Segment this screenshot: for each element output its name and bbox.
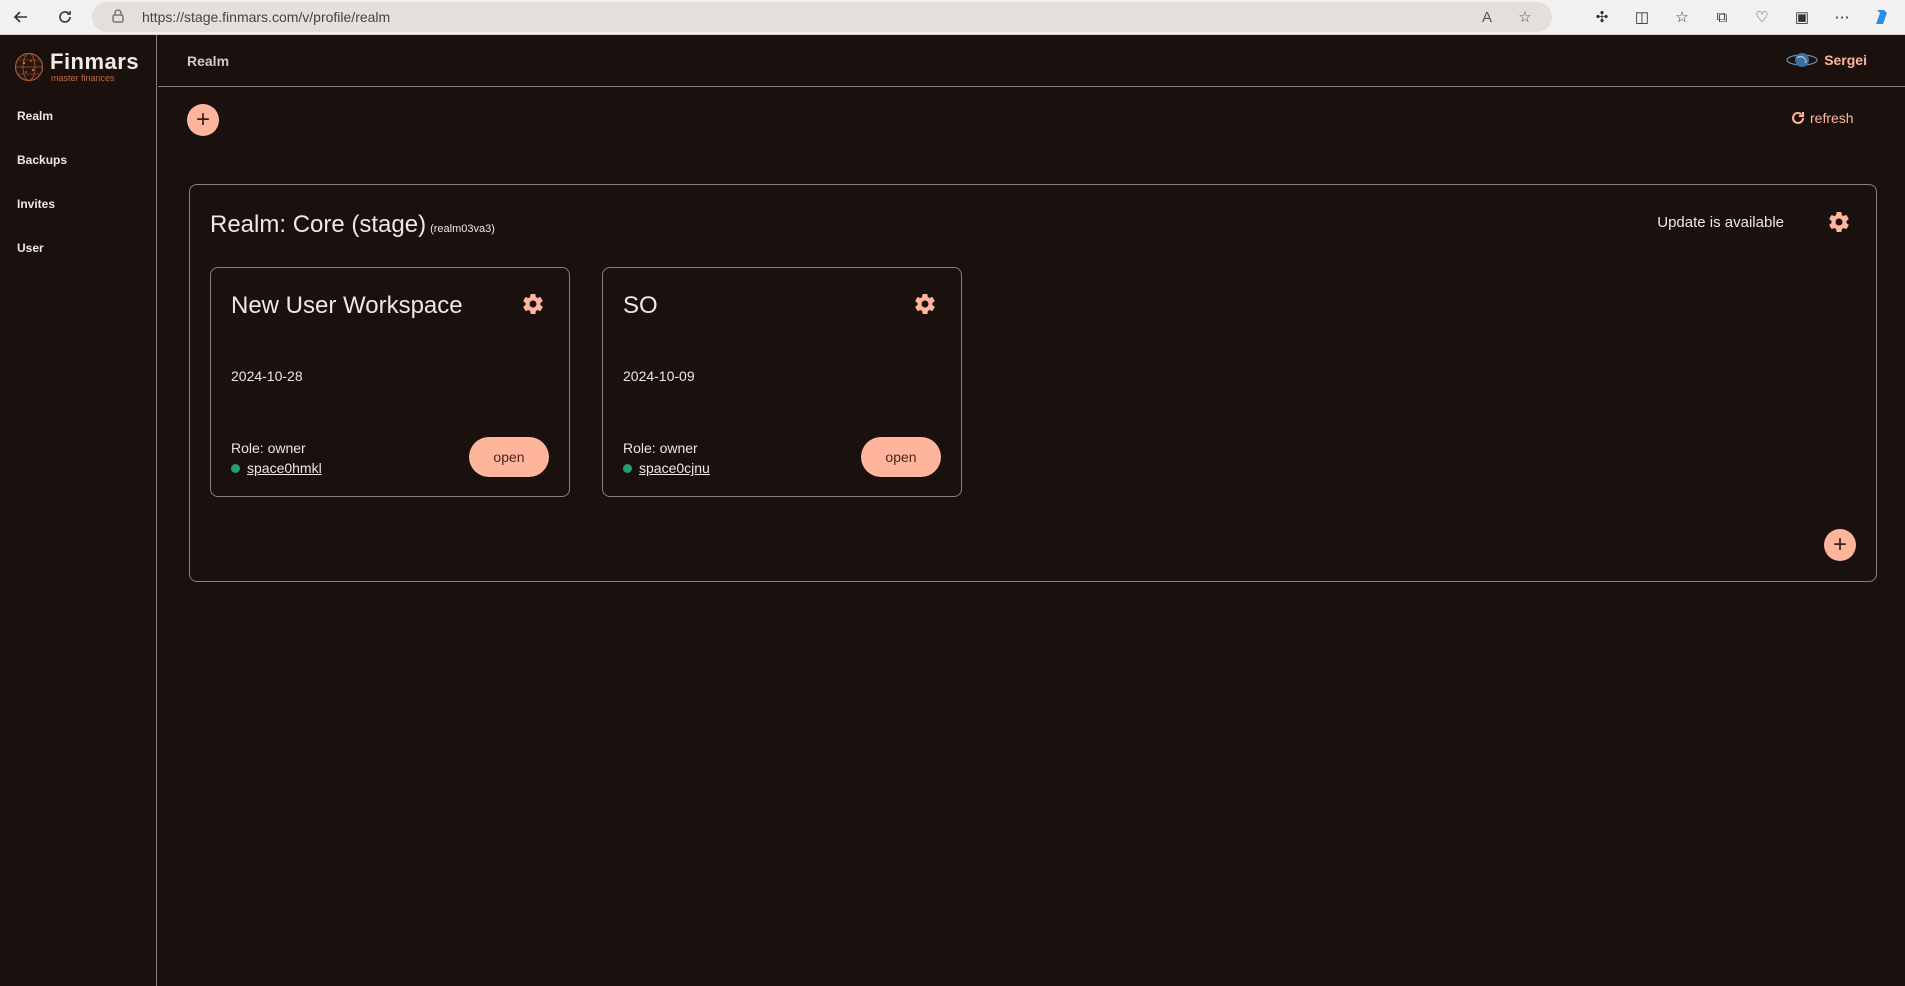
space-link[interactable]: space0cjnu	[639, 460, 710, 476]
sidebar-item-realm[interactable]: Realm	[17, 109, 53, 123]
workspace-card: SO 2024-10-09 Role: owner space0cjnu ope…	[602, 267, 962, 497]
workspace-role: Role: owner	[231, 440, 306, 456]
refresh-button[interactable]: refresh	[1790, 110, 1854, 126]
workspace-space: space0cjnu	[623, 460, 710, 476]
space-link[interactable]: space0hmkl	[247, 460, 322, 476]
favorites-icon[interactable]: ☆	[1669, 4, 1695, 30]
extensions-icon[interactable]: ✣	[1589, 4, 1615, 30]
realm-id: (realm03va3)	[430, 223, 495, 235]
workspace-settings-gear-icon[interactable]	[913, 292, 937, 316]
sidebar-item-user[interactable]: User	[17, 241, 44, 255]
more-menu-icon[interactable]: ⋯	[1829, 4, 1855, 30]
plus-icon: +	[1832, 531, 1847, 558]
user-name[interactable]: Sergei	[1824, 52, 1867, 68]
workspace-date: 2024-10-28	[231, 368, 303, 384]
copilot-icon[interactable]	[1869, 4, 1895, 30]
refresh-label: refresh	[1810, 110, 1854, 126]
workspace-card: New User Workspace 2024-10-28 Role: owne…	[210, 267, 570, 497]
logo[interactable]: Finmars master finances	[14, 51, 139, 83]
workspace-role: Role: owner	[623, 440, 698, 456]
browser-toolbar: https://stage.finmars.com/v/profile/real…	[0, 0, 1905, 35]
realm-title: Realm: Core (stage) (realm03va3)	[210, 211, 495, 239]
workspace-name: SO	[623, 292, 658, 319]
logo-name: Finmars	[50, 49, 140, 74]
lock-icon	[112, 9, 124, 23]
page-title: Realm	[187, 53, 230, 69]
read-aloud-icon[interactable]: A	[1476, 6, 1498, 28]
profile-icon[interactable]: ▣	[1789, 4, 1815, 30]
add-workspace-button[interactable]: +	[1824, 529, 1856, 561]
add-realm-button[interactable]: +	[187, 104, 219, 136]
sidebar: Finmars master finances Realm Backups In…	[0, 35, 157, 986]
status-online-dot	[623, 463, 632, 473]
browser-essentials-icon[interactable]: ♡	[1749, 4, 1775, 30]
sidebar-item-invites[interactable]: Invites	[17, 197, 55, 211]
logo-tagline: master finances	[51, 73, 115, 83]
address-bar[interactable]: https://stage.finmars.com/v/profile/real…	[92, 2, 1552, 32]
split-screen-icon[interactable]: ◫	[1629, 4, 1655, 30]
workspace-settings-gear-icon[interactable]	[521, 292, 545, 316]
open-workspace-button[interactable]: open	[469, 437, 549, 477]
realm-panel: Realm: Core (stage) (realm03va3) Update i…	[189, 184, 1877, 582]
url-text[interactable]: https://stage.finmars.com/v/profile/real…	[142, 9, 390, 25]
reload-icon[interactable]	[52, 4, 78, 30]
plus-icon: +	[195, 106, 210, 133]
status-online-dot	[231, 463, 240, 473]
avatar	[1786, 53, 1818, 67]
back-icon[interactable]	[8, 4, 34, 30]
sidebar-item-backups[interactable]: Backups	[17, 153, 67, 167]
realm-name: Realm: Core (stage)	[210, 211, 427, 238]
realm-settings-gear-icon[interactable]	[1827, 210, 1851, 234]
refresh-icon	[1792, 111, 1804, 124]
workspace-name: New User Workspace	[231, 292, 463, 319]
open-workspace-button[interactable]: open	[861, 437, 941, 477]
user-menu[interactable]: Sergei	[1786, 49, 1867, 71]
update-available-text: Update is available	[1657, 214, 1784, 231]
globe-logo-icon	[14, 52, 44, 82]
top-header: Realm Sergei	[158, 35, 1905, 87]
favorite-star-icon[interactable]: ☆	[1514, 6, 1536, 28]
workspace-date: 2024-10-09	[623, 368, 695, 384]
collections-icon[interactable]: ⧉	[1709, 4, 1735, 30]
workspace-space: space0hmkl	[231, 460, 322, 476]
